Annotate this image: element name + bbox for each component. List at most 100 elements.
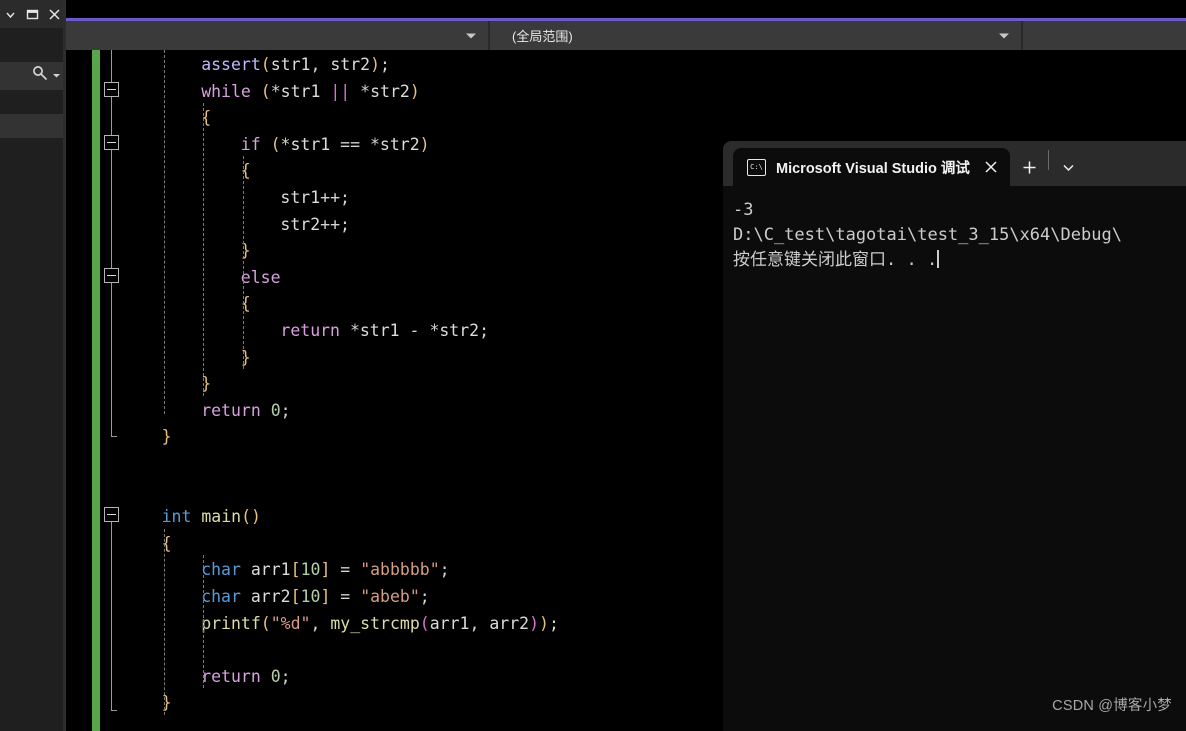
outlining-vertical-line bbox=[111, 512, 112, 711]
code-token: ( bbox=[260, 55, 271, 74]
code-token: arr2 bbox=[489, 613, 530, 633]
code-token: else bbox=[240, 267, 281, 287]
code-token: while bbox=[201, 81, 251, 101]
search-key-icon[interactable] bbox=[32, 65, 49, 87]
code-token: = bbox=[330, 560, 361, 580]
code-line: printf("%d", my_strcmp(arr1, arr2)); bbox=[201, 611, 559, 638]
code-token: ) bbox=[539, 613, 549, 633]
code-token: 10 bbox=[300, 560, 321, 580]
code-token: ; bbox=[280, 400, 291, 420]
console-output-line: 按任意键关闭此窗口. . . bbox=[733, 250, 939, 270]
scope-type-combobox[interactable] bbox=[66, 21, 490, 50]
code-token: , bbox=[310, 55, 331, 74]
code-token: ; bbox=[380, 55, 390, 74]
console-tab[interactable]: C:\ Microsoft Visual Studio 调试控制台 bbox=[733, 148, 1010, 186]
code-token: ( bbox=[260, 81, 271, 101]
code-token: = bbox=[330, 587, 361, 606]
code-token: ) bbox=[419, 134, 430, 154]
left-panel-band-upper bbox=[0, 28, 66, 62]
debug-console-window[interactable]: C:\ Microsoft Visual Studio 调试控制台 -3 D:\C… bbox=[723, 141, 1186, 731]
collapse-box-while[interactable] bbox=[104, 81, 119, 97]
code-token: [ bbox=[290, 560, 301, 580]
collapse-box-else[interactable] bbox=[104, 267, 119, 283]
code-token: ; bbox=[419, 587, 430, 606]
code-token: main bbox=[201, 507, 242, 527]
code-token: * bbox=[280, 134, 291, 154]
code-token: str1 bbox=[359, 321, 400, 340]
left-shell-panel bbox=[0, 0, 66, 731]
search-dropdown-caret-icon[interactable] bbox=[52, 67, 61, 85]
chevron-down-icon[interactable] bbox=[466, 33, 476, 38]
outlining-end-marker bbox=[111, 710, 117, 712]
caption-dropdown-icon[interactable] bbox=[0, 3, 20, 25]
console-tab-dropdown-icon[interactable] bbox=[1049, 148, 1087, 186]
code-token: - bbox=[399, 321, 430, 340]
code-token: return bbox=[201, 666, 261, 686]
code-token: ] bbox=[320, 560, 331, 580]
close-window-icon[interactable] bbox=[44, 3, 64, 25]
console-tab-close-icon[interactable] bbox=[980, 156, 1002, 178]
code-token: str1 bbox=[270, 55, 311, 74]
code-token: "%d" bbox=[270, 613, 311, 633]
code-token: * bbox=[360, 81, 371, 101]
indent-guide bbox=[163, 528, 165, 715]
code-token: arr2 bbox=[250, 587, 291, 606]
code-token: str1 bbox=[280, 81, 321, 101]
console-new-tab-button[interactable] bbox=[1010, 148, 1048, 186]
code-token: } bbox=[161, 427, 172, 447]
code-line: assert(str1, str2); bbox=[201, 52, 390, 79]
code-token: ) bbox=[370, 55, 381, 74]
code-line: return *str1 - *str2; bbox=[280, 318, 489, 345]
collapse-box-main[interactable] bbox=[104, 507, 119, 523]
csdn-watermark: CSDN @博客小梦 bbox=[1052, 698, 1172, 714]
code-token: , bbox=[469, 613, 490, 633]
left-panel-band-c bbox=[0, 114, 66, 138]
scope-member-value: (全局范围) bbox=[512, 29, 573, 44]
console-output-area[interactable]: -3 D:\C_test\tagotai\test_3_15\x64\Debug\… bbox=[723, 186, 1186, 731]
code-token: assert bbox=[201, 55, 261, 74]
code-token: ; bbox=[548, 613, 559, 633]
code-line: if (*str1 == *str2) bbox=[241, 132, 430, 159]
code-token: 0 bbox=[270, 400, 281, 420]
code-token: || bbox=[330, 81, 351, 101]
code-token: str2 bbox=[370, 81, 410, 101]
code-token: ( bbox=[270, 134, 281, 154]
chevron-down-icon[interactable] bbox=[999, 33, 1009, 38]
code-token: 10 bbox=[300, 587, 321, 606]
code-token: * bbox=[429, 321, 440, 340]
code-token: [ bbox=[290, 587, 301, 606]
code-line: return 0; bbox=[201, 664, 290, 691]
code-token: str2 bbox=[280, 214, 321, 234]
indent-guide bbox=[203, 555, 205, 689]
code-token: 0 bbox=[270, 666, 281, 686]
window-caption-bar bbox=[0, 0, 66, 28]
console-output-line: D:\C_test\tagotai\test_3_15\x64\Debug\ bbox=[733, 225, 1122, 245]
code-token: ( bbox=[260, 613, 271, 633]
console-output-line: -3 bbox=[733, 200, 754, 220]
code-token: str1 bbox=[280, 188, 321, 207]
code-token: "abeb" bbox=[360, 587, 420, 606]
collapse-box-if[interactable] bbox=[104, 134, 119, 150]
left-panel-band-b bbox=[0, 90, 66, 114]
code-token: char bbox=[201, 587, 241, 606]
editor-navigation-bar: (全局范围) bbox=[66, 18, 1186, 50]
code-token: arr1 bbox=[250, 560, 291, 580]
code-token: ( bbox=[419, 613, 430, 633]
search-toolbar-row[interactable] bbox=[0, 62, 66, 90]
code-token: "abbbbb" bbox=[360, 560, 440, 580]
console-tab-title: Microsoft Visual Studio 调试控制台 bbox=[776, 160, 970, 177]
code-token: * bbox=[270, 81, 281, 101]
scope-member-combobox[interactable]: (全局范围) bbox=[490, 21, 1023, 50]
code-token: ) bbox=[409, 81, 420, 101]
code-token: () bbox=[241, 507, 261, 527]
code-line: char arr2[10] = "abeb"; bbox=[201, 584, 430, 611]
code-token: ) bbox=[529, 613, 540, 633]
left-panel-band-d bbox=[0, 138, 66, 731]
restore-window-icon[interactable] bbox=[22, 3, 42, 25]
